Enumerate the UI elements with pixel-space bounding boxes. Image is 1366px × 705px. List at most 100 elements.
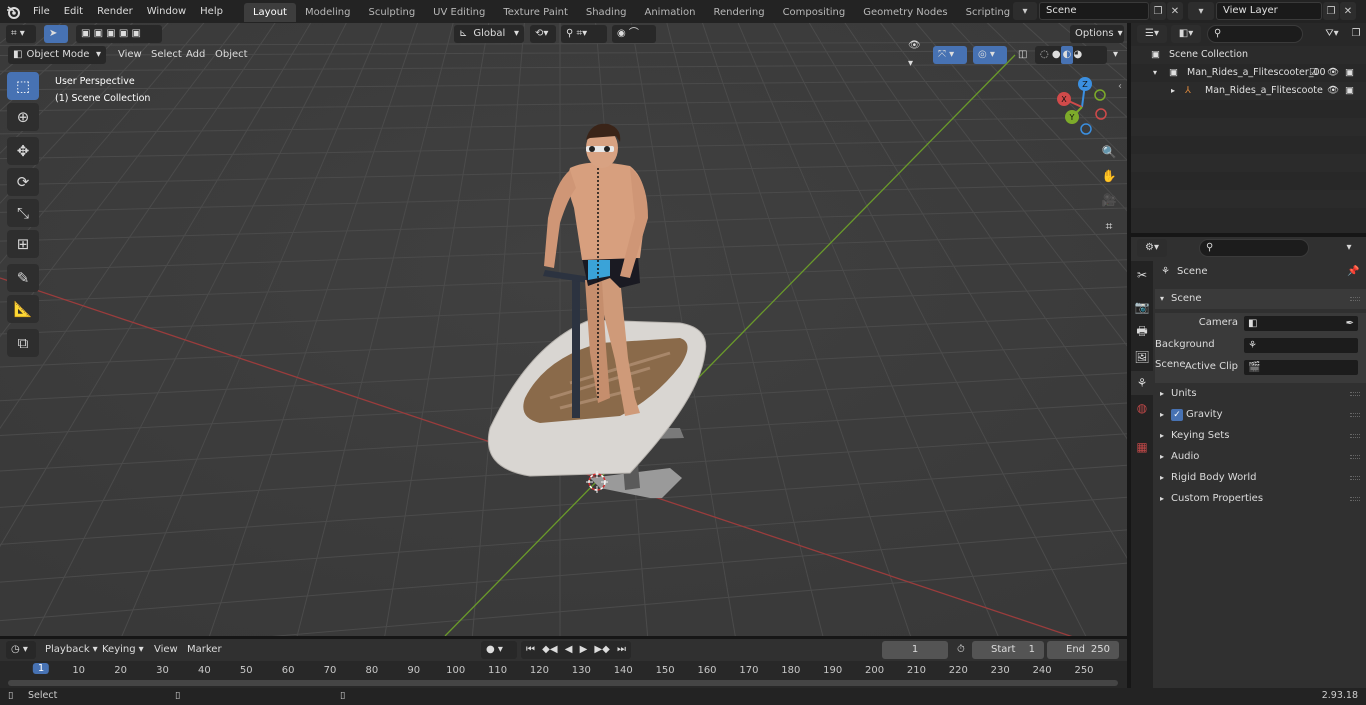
frame-number[interactable]: 250 [1074, 665, 1093, 676]
shading-options-icon[interactable]: ▾ [1108, 46, 1124, 64]
menu-add[interactable]: Add [181, 46, 210, 64]
outliner-search-input[interactable]: ⚲ [1207, 25, 1303, 43]
frame-number[interactable]: 80 [366, 665, 379, 676]
properties-editor-type-icon[interactable]: ⚙▾ [1137, 239, 1167, 257]
auto-keying-icon[interactable]: ● ▾ [481, 641, 517, 659]
frame-number[interactable]: 90 [407, 665, 420, 676]
tool-tab-icon[interactable]: ✂ [1131, 263, 1153, 287]
3d-cursor-icon[interactable] [586, 471, 608, 493]
view-layer-field[interactable]: View Layer [1216, 2, 1322, 20]
tab-uv-editing[interactable]: UV Editing [424, 3, 494, 22]
drag-handle-icon[interactable] [1350, 392, 1360, 396]
properties-search-input[interactable]: ⚲ [1199, 239, 1309, 257]
new-scene-icon[interactable]: ❐ [1150, 2, 1166, 20]
snap-icon[interactable]: ⚲ ⌗▾ [561, 25, 607, 43]
tab-modeling[interactable]: Modeling [296, 3, 360, 22]
frame-number[interactable]: 220 [949, 665, 968, 676]
background-scene-field[interactable]: ⚘ [1243, 337, 1359, 354]
frame-number[interactable]: 210 [907, 665, 926, 676]
timeline-ruler[interactable]: 1 10 20 30 40 50 60 70 80 90 100 110 120 130 140 150 160… [0, 661, 1127, 688]
scene-name-field[interactable]: Scene [1039, 2, 1149, 20]
texture-tab-icon[interactable]: ▦ [1131, 435, 1153, 459]
properties-options-icon[interactable]: ▾ [1341, 239, 1357, 257]
drag-handle-icon[interactable] [1350, 455, 1360, 459]
next-keyframe-icon[interactable]: ▶◆ [594, 641, 609, 659]
gravity-checkbox[interactable]: ✓ [1171, 409, 1183, 421]
xray-toggle-icon[interactable]: ◫ [1013, 46, 1031, 64]
tab-shading[interactable]: Shading [577, 3, 636, 22]
scene-selector-icon[interactable]: ▾ [1013, 2, 1037, 20]
section-rigid-body-world[interactable]: ▸ Rigid Body World [1155, 468, 1366, 488]
overlays-toggle-icon[interactable]: ◎ ▾ [973, 46, 1007, 64]
pan-hand-icon[interactable]: ✋ [1098, 165, 1120, 187]
sidebar-toggle-icon[interactable]: ‹ [1118, 81, 1122, 92]
outliner-row-collection[interactable]: ▾ ▣ Man_Rides_a_Flitescooter_00 ☑ 👁 ▣ [1131, 64, 1366, 82]
select-box-tool-icon[interactable]: ⬚ [7, 72, 39, 100]
menu-render[interactable]: Render [90, 0, 140, 23]
tab-scripting[interactable]: Scripting [957, 3, 1019, 22]
preview-range-icon[interactable]: ⏱ [952, 641, 970, 659]
3d-viewport[interactable]: ⌗ ▾ ➤ ▣ ▣ ▣ ▣ ▣ ◧ Object Mode ▾ View Sel… [0, 23, 1127, 636]
frame-number[interactable]: 100 [446, 665, 465, 676]
tab-sculpting[interactable]: Sculpting [359, 3, 424, 22]
eye-icon[interactable]: 👁 [1327, 82, 1339, 100]
outliner-editor-type-icon[interactable]: ☰▾ [1137, 25, 1167, 43]
section-custom-properties[interactable]: ▸ Custom Properties [1155, 489, 1366, 509]
camera-render-icon[interactable]: ▣ [1345, 82, 1354, 100]
cursor-tool-icon[interactable]: ⊕ [7, 103, 39, 131]
menu-edit[interactable]: Edit [57, 0, 90, 23]
world-tab-icon[interactable]: ◍ [1131, 396, 1153, 420]
frame-number[interactable]: 200 [865, 665, 884, 676]
drag-handle-icon[interactable] [1350, 476, 1360, 480]
timeline-scrollbar[interactable] [8, 680, 1118, 686]
section-keying-sets[interactable]: ▸ Keying Sets [1155, 426, 1366, 446]
section-audio[interactable]: ▸ Audio [1155, 447, 1366, 467]
annotate-tool-icon[interactable]: ✎ [7, 264, 39, 292]
outliner-row-object[interactable]: ▸ ⅄ Man_Rides_a_Flitescoote 👁 ▣ [1131, 82, 1366, 100]
add-cube-tool-icon[interactable]: ⧉ [7, 329, 39, 357]
frame-number[interactable]: 10 [72, 665, 85, 676]
frame-number[interactable]: 60 [282, 665, 295, 676]
shading-mode-icons[interactable]: ◌ ● ◐ ◕ [1035, 46, 1107, 64]
display-mode-icon[interactable]: ◧▾ [1171, 25, 1201, 43]
menu-marker[interactable]: Marker [182, 641, 227, 659]
current-frame-field[interactable]: 1 [882, 641, 948, 659]
frame-number[interactable]: 230 [991, 665, 1010, 676]
frame-number[interactable]: 150 [656, 665, 675, 676]
scale-tool-icon[interactable]: ⤡ [7, 199, 39, 227]
tab-rendering[interactable]: Rendering [704, 3, 773, 22]
zoom-icon[interactable]: 🔍 [1098, 141, 1120, 163]
drag-handle-icon[interactable] [1350, 413, 1360, 417]
scene-model[interactable] [470, 98, 710, 498]
transform-orientation-dropdown[interactable]: ⊾ Global ▾ [454, 25, 524, 43]
drag-handle-icon[interactable] [1350, 497, 1360, 501]
new-collection-icon[interactable]: ❐ [1349, 25, 1363, 43]
proportional-edit-icon[interactable]: ◉ ⌒ [612, 25, 656, 43]
timeline-editor-type-icon[interactable]: ◷ ▾ [6, 641, 36, 659]
frame-number[interactable]: 190 [823, 665, 842, 676]
play-icon[interactable]: ▶ [580, 641, 588, 659]
frame-number[interactable]: 170 [739, 665, 758, 676]
render-tab-icon[interactable]: 📷 [1131, 295, 1153, 319]
view-layer-selector-icon[interactable]: ▾ [1188, 2, 1214, 20]
remove-view-layer-icon[interactable]: ✕ [1340, 2, 1356, 20]
camera-render-icon[interactable]: ▣ [1345, 64, 1354, 82]
blender-logo-icon[interactable] [0, 0, 26, 23]
frame-number[interactable]: 120 [530, 665, 549, 676]
drag-handle-icon[interactable] [1350, 434, 1360, 438]
area-separator[interactable] [0, 636, 1127, 639]
tab-compositing[interactable]: Compositing [774, 3, 855, 22]
rotate-tool-icon[interactable]: ⟳ [7, 168, 39, 196]
pivot-point-icon[interactable]: ⟲▾ [530, 25, 556, 43]
jump-start-icon[interactable]: ⏮ [526, 641, 535, 659]
editor-type-icon[interactable]: ⌗ ▾ [6, 25, 36, 43]
options-button[interactable]: Options ▾ [1070, 25, 1124, 43]
expand-arrow-icon[interactable]: ▸ [1171, 82, 1175, 100]
gizmo-toggle-icon[interactable]: ⤧ ▾ [933, 46, 967, 64]
menu-timeline-view[interactable]: View [149, 641, 183, 659]
prev-keyframe-icon[interactable]: ◆◀ [542, 641, 557, 659]
start-frame-field[interactable]: Start 1 [972, 641, 1044, 659]
transform-tool-icon[interactable]: ⊞ [7, 230, 39, 258]
object-mode-dropdown[interactable]: ◧ Object Mode ▾ [8, 46, 106, 64]
jump-end-icon[interactable]: ⏭ [617, 641, 626, 659]
